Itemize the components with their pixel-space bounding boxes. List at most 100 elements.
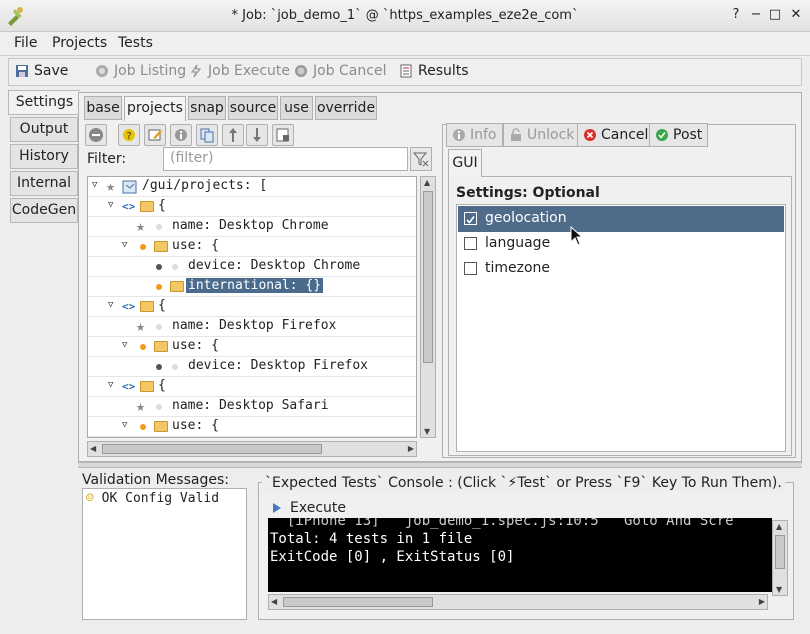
scroll-up-icon[interactable]: ▲: [776, 522, 782, 531]
option-timezone[interactable]: timezone: [458, 256, 784, 282]
menu-tests[interactable]: Tests: [118, 35, 153, 51]
move-down-button[interactable]: [246, 124, 268, 146]
console-output[interactable]: [iPhone 13] job_demo_1.spec.js:10:5 Goto…: [268, 518, 772, 592]
maximize-button[interactable]: □: [767, 7, 783, 23]
info-icon: [453, 129, 465, 141]
tree-vertical-scrollbar[interactable]: ▲ ▼: [420, 176, 436, 438]
tree-row[interactable]: ▽ ★ /gui/projects: [: [88, 177, 416, 197]
execute-button[interactable]: Execute: [272, 500, 346, 516]
tree-node-text: name: Desktop Firefox: [172, 318, 337, 333]
scroll-thumb[interactable]: [775, 535, 785, 569]
expand-toggle-icon[interactable]: ▽: [122, 240, 127, 250]
query-node-button[interactable]: ?: [118, 124, 140, 146]
tree-row[interactable]: ▽ use: {: [88, 337, 416, 357]
tree-row[interactable]: ★ name: Desktop Safari: [88, 397, 416, 417]
tab-snap[interactable]: snap: [188, 96, 226, 120]
save-button[interactable]: Save: [15, 63, 68, 79]
tree-horizontal-scrollbar[interactable]: ◀ ▶: [87, 441, 417, 457]
checkbox[interactable]: [464, 262, 477, 275]
option-geolocation[interactable]: geolocation: [458, 206, 784, 232]
side-tab-output[interactable]: Output: [10, 117, 78, 142]
console-horizontal-scrollbar[interactable]: ◀ ▶: [268, 594, 768, 610]
folder-icon: [140, 201, 154, 212]
expand-toggle-icon[interactable]: ▽: [108, 380, 113, 390]
job-listing-button[interactable]: Job Listing: [95, 63, 186, 79]
minimize-button[interactable]: −: [748, 7, 764, 23]
scroll-thumb[interactable]: [423, 191, 433, 363]
node-info-button[interactable]: [170, 124, 192, 146]
scroll-right-icon[interactable]: ▶: [759, 597, 765, 606]
play-icon: [273, 503, 281, 513]
expand-toggle-icon[interactable]: ▽: [108, 200, 113, 210]
tree-row[interactable]: ▽ <> {: [88, 377, 416, 397]
remove-node-button[interactable]: [85, 124, 107, 146]
scroll-right-icon[interactable]: ▶: [408, 444, 414, 453]
help-button[interactable]: ?: [728, 7, 744, 23]
option-language[interactable]: language: [458, 231, 784, 257]
console-vertical-scrollbar[interactable]: ▲ ▼: [772, 520, 788, 596]
clear-filter-button[interactable]: [410, 147, 432, 171]
edit-node-button[interactable]: [144, 124, 166, 146]
close-window-button[interactable]: ✕: [788, 7, 804, 23]
clear-filter-icon: [412, 152, 429, 167]
side-tab-history[interactable]: History: [10, 144, 78, 169]
tree-row[interactable]: ▽ <> {: [88, 197, 416, 217]
scroll-down-icon[interactable]: ▼: [776, 585, 782, 594]
unlock-button[interactable]: Unlock: [503, 123, 581, 147]
scroll-left-icon[interactable]: ◀: [271, 597, 277, 606]
menu-projects[interactable]: Projects: [52, 35, 107, 51]
move-up-button[interactable]: [222, 124, 244, 146]
leaf-dot-icon: [140, 244, 146, 250]
tab-source[interactable]: source: [228, 96, 278, 120]
menu-bar: File Projects Tests: [0, 32, 810, 56]
folder-icon: [154, 341, 168, 352]
tree-node-text: device: Desktop Chrome: [188, 258, 361, 273]
info-button[interactable]: Info: [446, 123, 503, 147]
config-tree[interactable]: ▽ ★ /gui/projects: [ ▽ <> { ★ name: Desk…: [87, 176, 417, 438]
copy-node-button[interactable]: [196, 124, 218, 146]
job-execute-button[interactable]: Job Execute: [189, 63, 290, 79]
console-line: Total: 4 tests in 1 file: [270, 531, 473, 547]
tree-row[interactable]: ▽ use: {: [88, 237, 416, 257]
leaf-dot-icon: [156, 324, 162, 330]
tab-gui[interactable]: GUI: [448, 149, 482, 177]
filter-input[interactable]: (filter): [163, 147, 408, 171]
tree-row[interactable]: ▽ <> {: [88, 297, 416, 317]
scroll-down-icon[interactable]: ▼: [424, 427, 430, 436]
tab-projects[interactable]: projects: [124, 96, 186, 121]
tree-row[interactable]: device: Desktop Chrome: [88, 257, 416, 277]
tree-row[interactable]: ★ name: Desktop Firefox: [88, 317, 416, 337]
tab-override[interactable]: override: [315, 96, 377, 120]
tab-use[interactable]: use: [280, 96, 313, 120]
scroll-up-icon[interactable]: ▲: [424, 178, 430, 187]
save-label: Save: [34, 63, 69, 79]
scroll-thumb[interactable]: [283, 597, 433, 607]
option-label: geolocation: [485, 210, 567, 226]
tree-row[interactable]: device: Desktop Firefox: [88, 357, 416, 377]
results-button[interactable]: Results: [399, 63, 469, 79]
tree-row[interactable]: ▽ use: {: [88, 417, 416, 437]
copy-icon: [200, 128, 214, 143]
expand-toggle-icon[interactable]: ▽: [122, 340, 127, 350]
side-tab-internal[interactable]: Internal: [10, 171, 78, 196]
splitter-handle[interactable]: [78, 462, 802, 468]
cancel-button[interactable]: Cancel: [577, 123, 655, 147]
expand-toggle-icon[interactable]: ▽: [108, 300, 113, 310]
insert-node-button[interactable]: [272, 124, 294, 146]
tree-node-text: name: Desktop Safari: [172, 398, 329, 413]
scroll-thumb[interactable]: [102, 444, 322, 454]
scroll-left-icon[interactable]: ◀: [90, 444, 96, 453]
post-button[interactable]: Post: [649, 123, 709, 147]
job-cancel-button[interactable]: Job Cancel: [294, 63, 386, 79]
side-tab-settings[interactable]: Settings: [8, 90, 80, 115]
expand-toggle-icon[interactable]: ▽: [122, 420, 127, 430]
menu-file[interactable]: File: [14, 35, 37, 51]
checkbox[interactable]: [464, 237, 477, 250]
tab-base[interactable]: base: [84, 96, 122, 120]
tree-row[interactable]: ★ name: Desktop Chrome: [88, 217, 416, 237]
tree-row[interactable]: international: {}: [88, 277, 416, 297]
checkbox[interactable]: [464, 212, 477, 225]
expand-toggle-icon[interactable]: ▽: [92, 180, 97, 190]
job-listing-icon: [96, 65, 108, 77]
side-tab-codegen[interactable]: CodeGen: [10, 198, 78, 223]
